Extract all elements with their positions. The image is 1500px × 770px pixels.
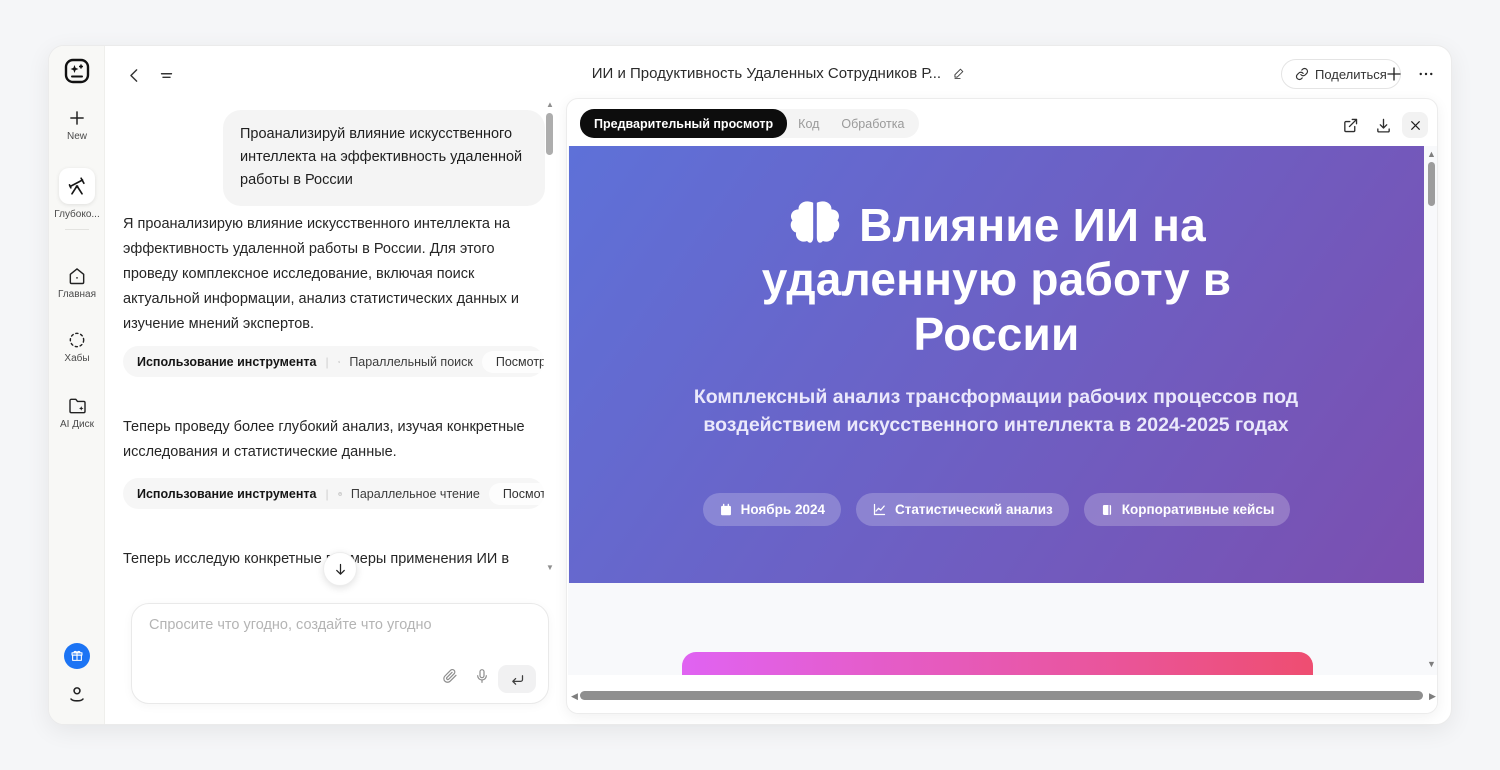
paperclip-icon — [442, 668, 458, 684]
user-icon — [66, 683, 88, 705]
tool-use-label: Использование инструмента — [137, 487, 317, 501]
download-button[interactable] — [1370, 112, 1396, 138]
microphone-icon — [474, 668, 490, 684]
slide-badges: Ноябрь 2024 Статистический анализ Корпор… — [569, 493, 1424, 526]
open-external-button[interactable] — [1337, 112, 1363, 138]
plus-icon — [1385, 65, 1403, 83]
conversation-title-row: ИИ и Продуктивность Удаленных Сотруднико… — [529, 65, 1029, 82]
drive-icon — [67, 396, 88, 416]
tool-separator: | — [326, 355, 329, 369]
sidebar-item-new[interactable]: New — [49, 108, 105, 142]
tab-preview[interactable]: Предварительный просмотр — [580, 109, 787, 138]
sidebar-item-deep-research[interactable] — [59, 168, 95, 204]
user-message-text: Проанализируй влияние искусственного инт… — [240, 126, 522, 188]
assistant-message: Теперь проведу более глубокий анализ, из… — [123, 415, 549, 465]
gift-button[interactable] — [49, 643, 105, 669]
app-logo[interactable] — [49, 55, 105, 87]
tab-code[interactable]: Код — [787, 117, 830, 131]
badge-cases: Корпоративные кейсы — [1084, 493, 1291, 526]
sidebar-item-ai-drive[interactable]: AI Диск — [49, 396, 105, 430]
home-icon — [67, 266, 87, 286]
badge-analysis: Статистический анализ — [856, 493, 1069, 526]
share-button-label: Поделиться — [1315, 67, 1387, 82]
sidebar-item-label: Главная — [49, 289, 105, 300]
tool-name: Параллельное чтение — [351, 487, 480, 501]
more-options-button[interactable] — [1413, 61, 1439, 87]
preview-scrollbar-thumb[interactable] — [1428, 162, 1435, 206]
panel-toggle-button[interactable] — [153, 62, 179, 88]
user-message-bubble: Проанализируй влияние искусственного инт… — [223, 110, 545, 206]
hscroll-left-arrow[interactable]: ◀ — [571, 692, 578, 701]
slide-title-line: удаленную работу в — [569, 252, 1424, 306]
tool-use-card-read[interactable]: Использование инструмента | Параллельное… — [123, 478, 544, 509]
brain-icon — [787, 199, 843, 249]
slide-title-line: Влияние ИИ на — [569, 198, 1424, 252]
send-button[interactable] — [498, 665, 536, 693]
slide: Влияние ИИ на удаленную работу в России … — [569, 146, 1424, 583]
tool-separator: | — [326, 487, 329, 501]
hscroll-right-arrow[interactable]: ▶ — [1429, 692, 1436, 701]
attach-file-button[interactable] — [442, 668, 458, 689]
scroll-to-bottom-button[interactable] — [323, 552, 357, 586]
tab-processing[interactable]: Обработка — [830, 117, 915, 131]
gift-icon — [70, 649, 84, 663]
link-icon — [1295, 67, 1309, 81]
sidebar-item-label: New — [49, 131, 105, 142]
sidebar-item-label: Хабы — [49, 353, 105, 364]
calendar-icon — [719, 503, 733, 517]
page-title: ИИ и Продуктивность Удаленных Сотруднико… — [592, 65, 941, 82]
slide-subtitle: Комплексный анализ трансформации рабочих… — [646, 383, 1346, 440]
external-link-icon — [1342, 117, 1359, 134]
voice-input-button[interactable] — [474, 668, 490, 689]
chat-scroll-down-arrow[interactable]: ▼ — [546, 564, 554, 572]
tool-name: Параллельный поиск — [349, 355, 473, 369]
assistant-message: Я проанализирую влияние искусственного и… — [123, 212, 549, 337]
chat-scrollbar-thumb[interactable] — [546, 113, 553, 155]
sidebar-item-deep-research-label: Глубоко... — [49, 206, 105, 220]
sidebar: New Глубоко... Главная Хабы AI Диск — [49, 46, 105, 724]
profile-button[interactable] — [49, 683, 105, 705]
sidebar-item-hubs[interactable]: Хабы — [49, 330, 105, 364]
menu-icon — [158, 67, 175, 84]
preview-tabs: Предварительный просмотр Код Обработка — [580, 109, 919, 138]
preview-panel: Предварительный просмотр Код Обработка В… — [566, 98, 1438, 714]
telescope-icon — [66, 175, 88, 197]
edit-title-icon[interactable] — [952, 66, 966, 80]
chevron-left-icon — [126, 67, 143, 84]
slide-title-line: России — [569, 307, 1424, 361]
close-preview-button[interactable] — [1402, 112, 1428, 138]
view-tool-result-button[interactable]: Посмотр — [482, 351, 544, 373]
preview-scroll-down-arrow[interactable]: ▼ — [1427, 660, 1436, 669]
sidebar-item-home[interactable]: Главная — [49, 266, 105, 300]
tool-use-label: Использование инструмента — [137, 355, 317, 369]
badge-date: Ноябрь 2024 — [703, 493, 841, 526]
arrow-down-icon — [333, 562, 348, 577]
new-chat-button[interactable] — [1381, 61, 1407, 87]
sidebar-item-label: AI Диск — [49, 419, 105, 430]
hscrollbar-thumb[interactable] — [580, 691, 1423, 700]
tool-use-card-search[interactable]: Использование инструмента | Параллельный… — [123, 346, 544, 377]
app-window: New Глубоко... Главная Хабы AI Диск — [48, 45, 1452, 725]
document-icon — [338, 487, 342, 501]
chat-input[interactable] — [149, 617, 529, 633]
chat-scroll-up-arrow[interactable]: ▲ — [546, 101, 554, 109]
ellipsis-icon — [1417, 65, 1435, 83]
download-icon — [1375, 117, 1392, 134]
view-tool-result-button[interactable]: Посмот — [489, 483, 544, 505]
notebook-icon — [1100, 503, 1114, 517]
enter-icon — [510, 672, 525, 687]
next-slide-bar — [682, 652, 1313, 675]
chat-input-box[interactable] — [131, 603, 549, 704]
preview-scroll-up-arrow[interactable]: ▲ — [1427, 150, 1436, 159]
preview-content: Влияние ИИ на удаленную работу в России … — [568, 146, 1438, 714]
sidebar-divider — [65, 229, 89, 230]
search-icon — [338, 355, 341, 369]
close-icon — [1409, 119, 1422, 132]
hubs-icon — [67, 330, 87, 350]
plus-icon — [67, 108, 87, 128]
chart-line-icon — [872, 502, 887, 517]
back-button[interactable] — [121, 62, 147, 88]
